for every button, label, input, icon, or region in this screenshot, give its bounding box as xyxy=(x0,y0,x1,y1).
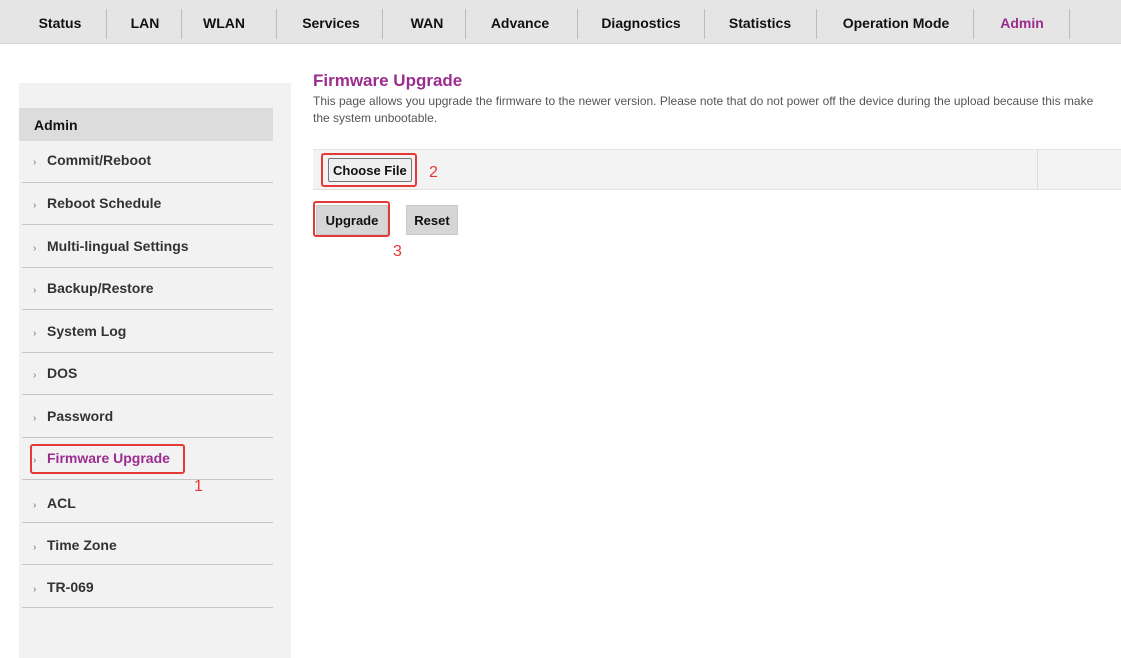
sidebar-item-label: Reboot Schedule xyxy=(47,195,162,211)
nav-divider xyxy=(816,9,817,39)
chevron-right-icon: › xyxy=(33,328,37,339)
sidebar-item-backup-restore[interactable]: › Backup/Restore xyxy=(19,268,273,310)
tab-operation-mode[interactable]: Operation Mode xyxy=(830,0,962,44)
upgrade-button[interactable]: Upgrade xyxy=(316,205,388,235)
sidebar-divider xyxy=(22,607,273,608)
sidebar-divider xyxy=(22,309,273,310)
nav-divider xyxy=(973,9,974,39)
nav-divider xyxy=(106,9,107,39)
nav-divider xyxy=(577,9,578,39)
sidebar-header: Admin xyxy=(19,108,273,141)
tab-admin[interactable]: Admin xyxy=(986,0,1058,44)
nav-divider xyxy=(1069,9,1070,39)
reset-button[interactable]: Reset xyxy=(406,205,458,235)
annotation-marker-3: 3 xyxy=(393,243,402,260)
chevron-right-icon: › xyxy=(33,285,37,296)
page-description: This page allows you upgrade the firmwar… xyxy=(313,94,1094,125)
sidebar-item-label: TR-069 xyxy=(47,579,94,595)
sidebar-item-label: Time Zone xyxy=(47,537,117,553)
sidebar-item-acl[interactable]: › ACL xyxy=(19,481,273,523)
tab-wlan[interactable]: WLAN xyxy=(192,0,256,44)
sidebar-item-dos[interactable]: › DOS xyxy=(19,353,273,395)
nav-divider xyxy=(181,9,182,39)
sidebar-divider xyxy=(22,479,273,480)
chevron-right-icon: › xyxy=(33,157,37,168)
sidebar-divider xyxy=(22,224,273,225)
nav-divider xyxy=(276,9,277,39)
sidebar-item-label: Commit/Reboot xyxy=(47,152,152,168)
sidebar-item-label: DOS xyxy=(47,365,78,381)
sidebar-item-label: ACL xyxy=(47,495,76,511)
sidebar-item-label: Password xyxy=(47,408,114,424)
main-content: Firmware Upgrade This page allows you up… xyxy=(313,72,1121,127)
sidebar-divider xyxy=(22,564,273,565)
tab-statistics[interactable]: Statistics xyxy=(714,0,806,44)
sidebar-item-label: Multi-lingual Settings xyxy=(47,238,189,254)
page-title: Firmware Upgrade xyxy=(313,71,463,90)
chevron-right-icon: › xyxy=(33,200,37,211)
sidebar-item-multi-lingual-settings[interactable]: › Multi-lingual Settings xyxy=(19,226,273,268)
sidebar-item-firmware-upgrade[interactable]: › Firmware Upgrade xyxy=(19,438,273,480)
tab-services[interactable]: Services xyxy=(293,0,369,44)
sidebar-item-time-zone[interactable]: › Time Zone xyxy=(19,523,273,565)
sidebar-item-commit-reboot[interactable]: › Commit/Reboot xyxy=(19,141,273,183)
sidebar-divider xyxy=(22,394,273,395)
tab-lan[interactable]: LAN xyxy=(120,0,170,44)
tab-advance[interactable]: Advance xyxy=(478,0,562,44)
chevron-right-icon: › xyxy=(33,455,37,466)
chevron-right-icon: › xyxy=(33,542,37,553)
file-select-row: Choose File xyxy=(313,149,1121,190)
nav-divider xyxy=(704,9,705,39)
sidebar-item-label: Firmware Upgrade xyxy=(47,450,170,466)
choose-file-button[interactable]: Choose File xyxy=(328,158,412,182)
tab-wan[interactable]: WAN xyxy=(396,0,458,44)
sidebar-item-password[interactable]: › Password xyxy=(19,396,273,438)
chevron-right-icon: › xyxy=(33,370,37,381)
tab-diagnostics[interactable]: Diagnostics xyxy=(588,0,694,44)
chevron-right-icon: › xyxy=(33,500,37,511)
chevron-right-icon: › xyxy=(33,584,37,595)
sidebar-item-label: System Log xyxy=(47,323,127,339)
chevron-right-icon: › xyxy=(33,413,37,424)
tab-status[interactable]: Status xyxy=(27,0,93,44)
sidebar-item-reboot-schedule[interactable]: › Reboot Schedule xyxy=(19,183,273,225)
sidebar: Admin › Commit/Reboot › Reboot Schedule › M… xyxy=(19,83,291,658)
chevron-right-icon: › xyxy=(33,243,37,254)
sidebar-item-tr-069[interactable]: › TR-069 xyxy=(19,566,273,608)
sidebar-item-label: Backup/Restore xyxy=(47,280,154,296)
nav-divider xyxy=(382,9,383,39)
table-cell-divider xyxy=(1037,150,1038,190)
nav-divider xyxy=(465,9,466,39)
sidebar-item-system-log[interactable]: › System Log xyxy=(19,311,273,353)
top-nav: Status LAN WLAN Services WAN Advance Dia… xyxy=(0,0,1121,44)
